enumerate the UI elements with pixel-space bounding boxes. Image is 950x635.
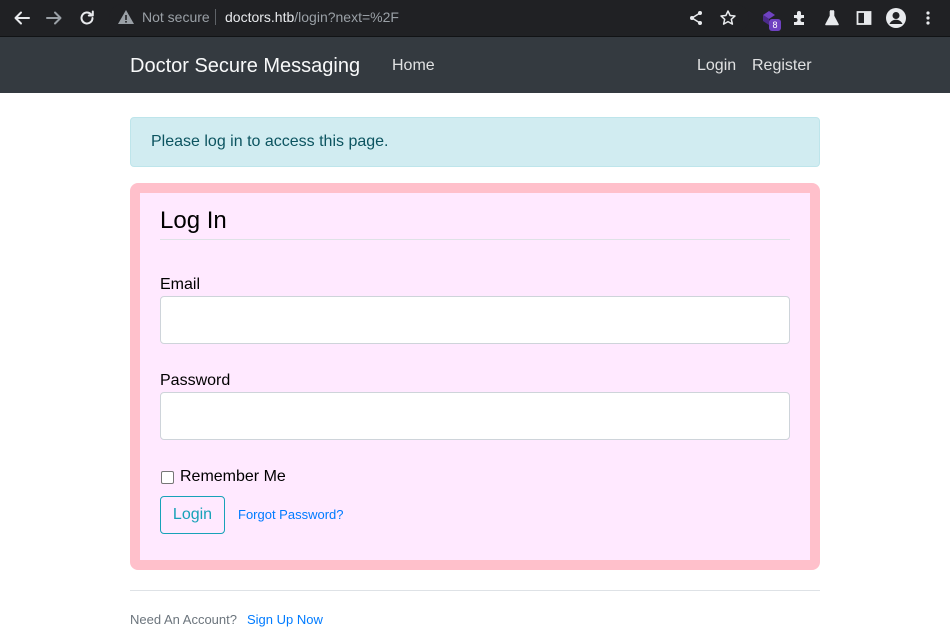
nav-link-home[interactable]: Home: [392, 56, 435, 76]
remember-me-checkbox[interactable]: [161, 471, 174, 484]
labs-flask-icon[interactable]: [820, 6, 844, 30]
info-alert: Please log in to access this page.: [130, 117, 820, 167]
url-path: /login?next=%2F: [294, 9, 399, 25]
forward-arrow-icon[interactable]: [42, 6, 66, 30]
email-label: Email: [160, 276, 201, 293]
nav-link-register[interactable]: Register: [752, 56, 812, 76]
profile-avatar-icon[interactable]: [884, 6, 908, 30]
forgot-password-link[interactable]: Forgot Password?: [238, 507, 344, 523]
address-url[interactable]: doctors.htb/login?next=%2F: [225, 8, 399, 26]
form-legend: Log In: [160, 207, 790, 240]
extensions-puzzle-icon[interactable]: [788, 6, 812, 30]
bookmark-star-icon[interactable]: [716, 6, 740, 30]
address-divider: [215, 9, 216, 25]
share-icon[interactable]: [684, 6, 708, 30]
login-card: Log In Email Password Remember Me Login …: [130, 183, 820, 570]
security-status-label[interactable]: Not secure: [142, 8, 210, 26]
remember-me-label[interactable]: Remember Me: [180, 467, 286, 487]
footer-divider: [130, 590, 820, 591]
email-input[interactable]: [160, 296, 790, 344]
nav-link-login[interactable]: Login: [697, 56, 736, 76]
login-submit-button[interactable]: Login: [160, 496, 225, 534]
back-arrow-icon[interactable]: [10, 6, 34, 30]
warning-triangle-icon[interactable]: [116, 7, 136, 27]
side-panel-icon[interactable]: [852, 6, 876, 30]
need-account-text: Need An Account?: [130, 612, 237, 627]
navbar-brand[interactable]: Doctor Secure Messaging: [130, 54, 360, 78]
reload-icon[interactable]: [75, 6, 99, 30]
sign-up-link[interactable]: Sign Up Now: [247, 612, 323, 628]
extension-badge: 8: [769, 19, 781, 31]
site-navbar: Doctor Secure Messaging Home Login Regis…: [0, 36, 950, 93]
url-host: doctors.htb: [225, 9, 295, 25]
password-label: Password: [160, 372, 231, 389]
password-input[interactable]: [160, 392, 790, 440]
browser-toolbar: Not secure doctors.htb/login?next=%2F 8: [0, 0, 950, 36]
alert-message: Please log in to access this page.: [151, 133, 389, 150]
browser-menu-icon[interactable]: [916, 6, 940, 30]
